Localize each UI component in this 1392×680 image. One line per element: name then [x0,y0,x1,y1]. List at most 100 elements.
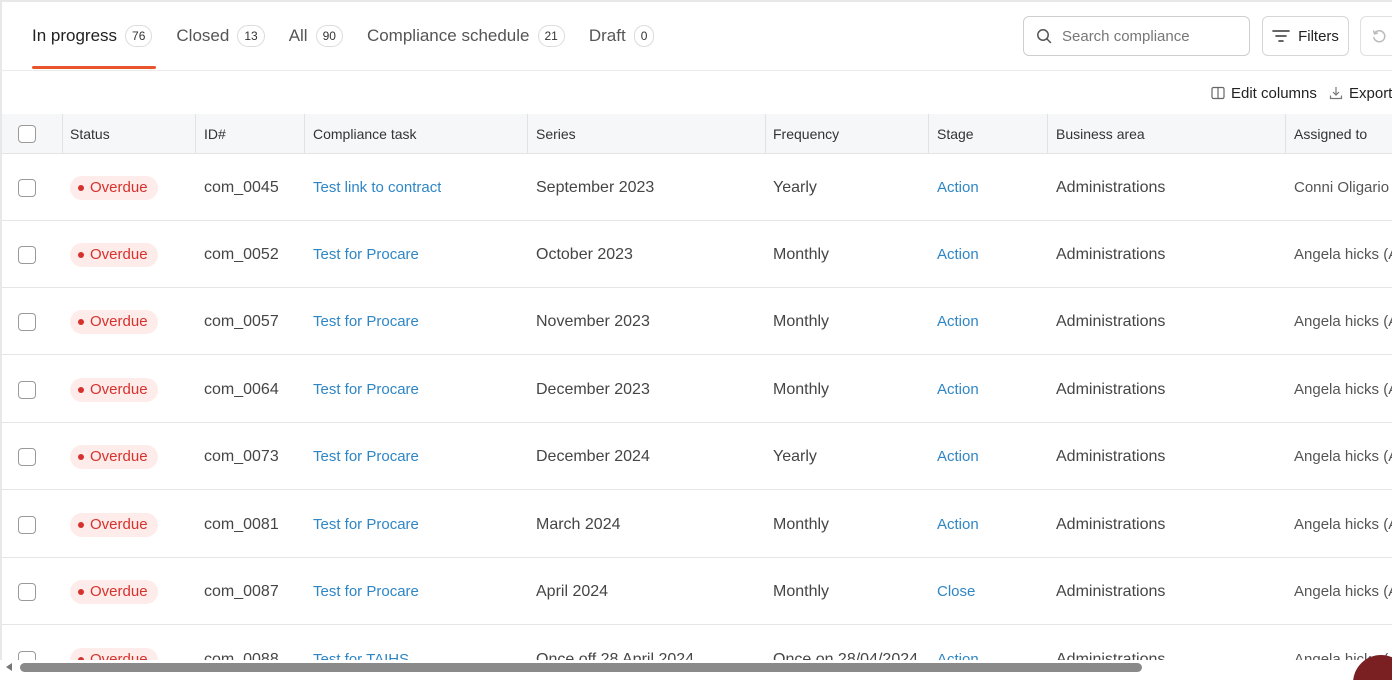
column-divider [1285,114,1286,154]
tab-count-badge: 90 [315,25,343,47]
status-cell: Overdue [70,221,158,288]
select-all-cell [18,114,36,154]
tab-in-progress[interactable]: In progress 76 [32,18,153,54]
row-checkbox[interactable] [18,447,36,466]
series-cell: September 2023 [536,178,655,196]
column-divider [928,114,929,154]
frequency-cell: Yearly [773,447,817,465]
series-cell: April 2024 [536,582,609,600]
filters-button[interactable]: Filters [1262,16,1349,56]
business-area-cell: Administrations [1056,312,1166,330]
column-header-status[interactable]: Status [70,114,110,154]
scroll-left-arrow-icon[interactable] [6,663,12,671]
table-row[interactable]: Overdue com_0087 Test for Procare April … [2,558,1392,625]
tab-label: In progress [32,26,118,45]
columns-icon [1211,86,1225,100]
column-divider [527,114,528,154]
column-header-assigned[interactable]: Assigned to [1294,114,1367,154]
tab-closed[interactable]: Closed 13 [176,18,265,54]
compliance-page: In progress 76 Closed 13 All 90 Complian… [0,0,1392,680]
task-link[interactable]: Test for Procare [313,221,419,288]
status-badge: Overdue [70,242,158,267]
row-checkbox[interactable] [18,380,36,399]
tab-count-badge: 0 [633,25,655,47]
stage-link[interactable]: Action [937,356,979,423]
tab-compliance-schedule[interactable]: Compliance schedule 21 [367,18,565,54]
status-badge: Overdue [70,444,158,469]
frequency-cell: Monthly [773,245,830,263]
business-area-cell: Administrations [1056,178,1166,196]
row-checkbox[interactable] [18,312,36,331]
search-icon [1036,28,1052,44]
search-box[interactable] [1023,16,1250,56]
frequency-cell: Monthly [773,515,830,533]
row-checkbox[interactable] [18,178,36,197]
tab-count-badge: 13 [237,25,265,47]
tab-all[interactable]: All 90 [289,18,343,54]
download-icon [1329,86,1343,100]
select-all-checkbox[interactable] [18,125,36,143]
table-row[interactable]: Overdue com_0052 Test for Procare Octobe… [2,221,1392,288]
table-row[interactable]: Overdue com_0045 Test link to contract S… [2,154,1392,221]
reset-button[interactable] [1360,16,1392,56]
row-checkbox[interactable] [18,515,36,534]
search-input[interactable] [1060,26,1244,46]
edit-columns-button[interactable]: Edit columns [1211,83,1317,103]
status-text: Overdue [90,381,148,398]
active-tab-indicator [32,66,156,69]
status-badge: Overdue [70,579,158,604]
tab-draft[interactable]: Draft 0 [589,18,655,54]
frequency-cell: Monthly [773,312,830,330]
table-row[interactable]: Overdue com_0073 Test for Procare Decemb… [2,423,1392,490]
row-checkbox[interactable] [18,245,36,264]
row-select-cell [18,558,36,625]
assigned-cell: Angela hicks (A [1294,516,1392,533]
id-cell: com_0064 [204,380,279,398]
row-checkbox[interactable] [18,582,36,601]
row-select-cell [18,221,36,288]
table-row[interactable]: Overdue com_0064 Test for Procare Decemb… [2,356,1392,423]
column-header-frequency[interactable]: Frequency [773,114,839,154]
task-link[interactable]: Test for Procare [313,288,419,355]
status-cell: Overdue [70,154,158,221]
assigned-cell: Conni Oligario ( [1294,179,1392,196]
stage-link[interactable]: Action [937,491,979,558]
column-header-business-area[interactable]: Business area [1056,114,1145,154]
business-area-cell: Administrations [1056,515,1166,533]
status-dot [78,318,84,325]
assigned-cell: Angela hicks (A [1294,313,1392,330]
task-link[interactable]: Test for Procare [313,356,419,423]
assigned-cell: Angela hicks (A [1294,583,1392,600]
status-cell: Overdue [70,558,158,625]
stage-link[interactable]: Close [937,558,975,625]
column-header-id[interactable]: ID# [204,114,226,154]
tab-label: Draft [588,26,626,45]
stage-link[interactable]: Action [937,154,979,221]
task-link[interactable]: Test for Procare [313,491,419,558]
id-cell: com_0081 [204,515,279,533]
frequency-cell: Monthly [773,582,830,600]
stage-link[interactable]: Action [937,221,979,288]
row-select-cell [18,288,36,355]
filters-label: Filters [1298,27,1339,45]
series-cell: October 2023 [536,245,633,263]
status-text: Overdue [90,516,148,533]
export-button[interactable]: Export [1329,83,1392,103]
task-link[interactable]: Test for Procare [313,558,419,625]
table-row[interactable]: Overdue com_0081 Test for Procare March … [2,491,1392,558]
task-link[interactable]: Test link to contract [313,154,441,221]
filter-icon [1272,29,1290,43]
status-dot [78,453,84,460]
stage-link[interactable]: Action [937,423,979,490]
scrollbar-thumb[interactable] [20,663,1142,672]
stage-link[interactable]: Action [937,288,979,355]
column-header-stage[interactable]: Stage [937,114,974,154]
task-link[interactable]: Test for Procare [313,423,419,490]
series-cell: November 2023 [536,312,650,330]
column-header-task[interactable]: Compliance task [313,114,417,154]
column-divider [304,114,305,154]
table-row[interactable]: Overdue com_0057 Test for Procare Novemb… [2,288,1392,355]
column-divider [765,114,766,154]
column-header-series[interactable]: Series [536,114,576,154]
status-badge: Overdue [70,512,158,537]
